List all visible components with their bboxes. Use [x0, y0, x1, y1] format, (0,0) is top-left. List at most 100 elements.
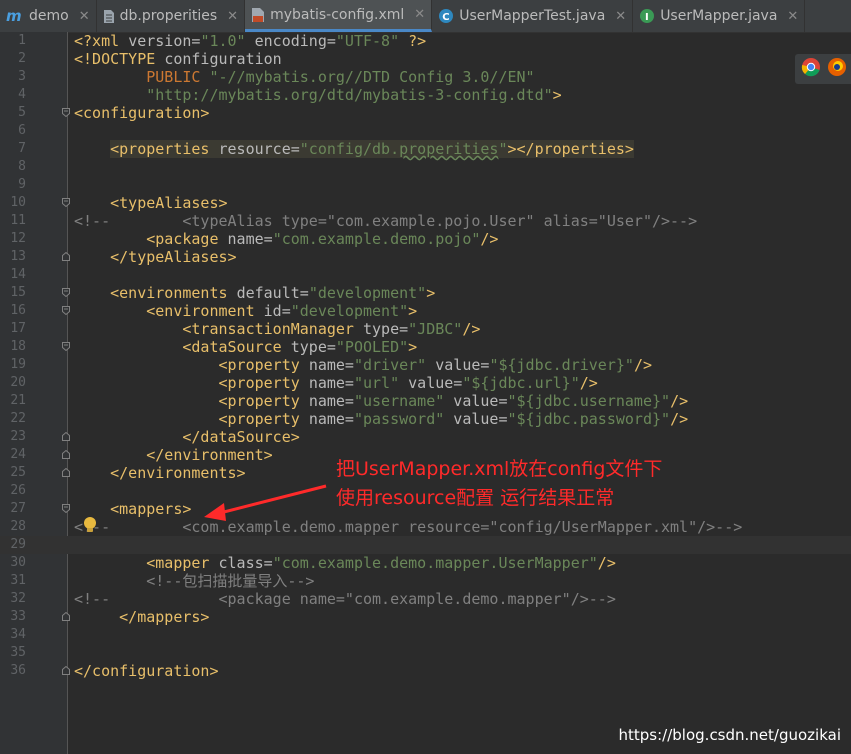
fold-marker-icon[interactable]	[62, 450, 70, 459]
code-line[interactable]: 29	[0, 536, 851, 554]
tab-usermapper-java[interactable]: I UserMapper.java ✕	[633, 0, 806, 32]
tab-mybatis-config-xml[interactable]: mybatis-config.xml ✕	[245, 0, 433, 32]
code-token: <property	[74, 410, 309, 428]
code-line[interactable]: 23 </dataSource>	[0, 428, 851, 446]
code-line[interactable]: 30 <mapper class="com.example.demo.mappe…	[0, 554, 851, 572]
code-token: <environment	[74, 302, 264, 320]
fold-marker-icon[interactable]	[62, 198, 70, 207]
code-token: type=	[362, 320, 409, 338]
tab-demo[interactable]: m demo ✕	[0, 0, 97, 32]
fold-marker-icon[interactable]	[62, 666, 70, 675]
line-number: 26	[10, 483, 26, 498]
code-line[interactable]: 13 </typeAliases>	[0, 248, 851, 266]
code-token: "development"	[308, 284, 427, 302]
code-line[interactable]: 2 <!DOCTYPE configuration	[0, 50, 851, 68]
code-line[interactable]: 9	[0, 176, 851, 194]
fold-marker-icon[interactable]	[62, 504, 70, 513]
code-line[interactable]: 34	[0, 626, 851, 644]
fold-marker-icon[interactable]	[62, 342, 70, 351]
code-line[interactable]: 20 <property name="url" value="${jdbc.ur…	[0, 374, 851, 392]
code-token: />	[579, 374, 598, 392]
code-line[interactable]: 28 <!-- <com.example.demo.mapper resource…	[0, 518, 851, 536]
code-token: </configuration>	[74, 662, 219, 680]
code-token: </environments>	[74, 464, 246, 482]
tab-close-icon[interactable]: ✕	[615, 9, 626, 24]
code-line[interactable]: 14	[0, 266, 851, 284]
code-text: <typeAliases>	[74, 194, 227, 212]
fold-marker-icon[interactable]	[62, 306, 70, 315]
line-number: 2	[18, 51, 26, 66]
code-line[interactable]: 21 <property name="username" value="${jd…	[0, 392, 851, 410]
code-token: <property	[74, 356, 309, 374]
code-token: <!-- <com.example.demo.mapper resource="…	[74, 518, 743, 536]
code-token: "username"	[353, 392, 445, 410]
code-line[interactable]: 3 PUBLIC "-//mybatis.org//DTD Config 3.0…	[0, 68, 851, 86]
code-line[interactable]: 7 <properties resource="config/db.proper…	[0, 140, 851, 158]
line-number: 30	[10, 555, 26, 570]
editor-tab-bar: m demo ✕ db.properities ✕ mybatis-config.xml ✕…	[0, 0, 851, 33]
code-line[interactable]: 32 <!-- <package name="com.example.demo.m…	[0, 590, 851, 608]
code-text: <properties resource="config/db.properit…	[74, 140, 634, 158]
line-number: 12	[10, 231, 26, 246]
code-text: <!-- <com.example.demo.mapper resource="…	[74, 518, 742, 536]
tab-close-icon[interactable]: ✕	[227, 9, 238, 24]
code-token: value=	[444, 410, 508, 428]
fold-marker-icon[interactable]	[62, 288, 70, 297]
fold-marker-icon[interactable]	[62, 108, 70, 117]
code-text: <property name="password" value="${jdbc.…	[74, 410, 688, 428]
firefox-icon[interactable]	[827, 57, 847, 81]
fold-marker-icon[interactable]	[62, 432, 70, 441]
code-line[interactable]: 17 <transactionManager type="JDBC"/>	[0, 320, 851, 338]
tab-usermappertest-java[interactable]: C UserMapperTest.java ✕	[432, 0, 634, 32]
code-token: </mappers>	[74, 608, 210, 626]
line-number: 6	[18, 123, 26, 138]
line-number: 10	[10, 195, 26, 210]
code-token: "POOLED"	[335, 338, 409, 356]
line-number: 4	[18, 87, 26, 102]
code-token: <!-- <typeAlias type="com.example.pojo.U…	[74, 212, 698, 230]
tab-db-properities[interactable]: db.properities ✕	[97, 0, 246, 32]
code-line[interactable]: 36 </configuration>	[0, 662, 851, 680]
tab-label: mybatis-config.xml	[270, 6, 405, 23]
code-token: "UTF-8"	[335, 32, 400, 50]
code-text: PUBLIC "-//mybatis.org//DTD Config 3.0//…	[74, 68, 534, 86]
code-token: "com.example.demo.pojo"	[272, 230, 481, 248]
intention-lightbulb-icon[interactable]	[82, 516, 98, 534]
line-number: 5	[18, 105, 26, 120]
code-line[interactable]: 15 <environments default="development">	[0, 284, 851, 302]
code-line[interactable]: 31 <!--包扫描批量导入-->	[0, 572, 851, 590]
code-token: name=	[308, 410, 354, 428]
code-line[interactable]: 35	[0, 644, 851, 662]
code-line[interactable]: 19 <property name="driver" value="${jdbc…	[0, 356, 851, 374]
code-line[interactable]: 22 <property name="password" value="${jd…	[0, 410, 851, 428]
code-text: <!-- <package name="com.example.demo.map…	[74, 590, 616, 608]
fold-marker-icon[interactable]	[62, 612, 70, 621]
code-text: </environments>	[74, 464, 246, 482]
tab-close-icon[interactable]: ✕	[414, 7, 425, 22]
code-line[interactable]: 12 <package name="com.example.demo.pojo"…	[0, 230, 851, 248]
code-line[interactable]: 8	[0, 158, 851, 176]
code-line[interactable]: 11 <!-- <typeAlias type="com.example.pojo…	[0, 212, 851, 230]
code-line[interactable]: 1 <?xml version="1.0" encoding="UTF-8" ?>	[0, 32, 851, 50]
code-line[interactable]: 18 <dataSource type="POOLED">	[0, 338, 851, 356]
code-line[interactable]: 4 "http://mybatis.org/dtd/mybatis-3-conf…	[0, 86, 851, 104]
code-line[interactable]: 33 </mappers>	[0, 608, 851, 626]
tab-close-icon[interactable]: ✕	[79, 9, 90, 24]
code-token: version=	[128, 32, 201, 50]
code-line[interactable]: 5 <configuration>	[0, 104, 851, 122]
chrome-icon[interactable]	[801, 57, 821, 81]
code-line[interactable]: 6	[0, 122, 851, 140]
fold-marker-icon[interactable]	[62, 468, 70, 477]
code-text: <mapper class="com.example.demo.mapper.U…	[74, 554, 616, 572]
svg-text:m: m	[6, 9, 22, 23]
code-token: />	[462, 320, 481, 338]
code-token: "com.example.demo.mapper.UserMapper"	[272, 554, 598, 572]
code-line[interactable]: 16 <environment id="development">	[0, 302, 851, 320]
xml-file-icon	[251, 7, 265, 23]
fold-marker-icon[interactable]	[62, 252, 70, 261]
code-text: </dataSource>	[74, 428, 299, 446]
tab-close-icon[interactable]: ✕	[787, 9, 798, 24]
line-number: 33	[10, 609, 26, 624]
code-line[interactable]: 10 <typeAliases>	[0, 194, 851, 212]
code-text: <transactionManager type="JDBC"/>	[74, 320, 480, 338]
